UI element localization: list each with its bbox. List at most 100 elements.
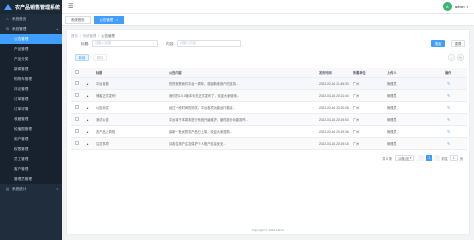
user-menu[interactable]: A admin ▾ (442, 2, 468, 11)
breadcrumb-separator: / (79, 34, 81, 38)
breadcrumb-separator: / (98, 34, 100, 38)
edit-icon[interactable]: ✎ (447, 105, 450, 110)
delete-button[interactable]: 删除 (93, 54, 107, 61)
sidebar-item-label: 系统管理 (12, 26, 27, 31)
edit-icon[interactable]: ✎ (447, 141, 450, 146)
breadcrumb-system[interactable]: 系统管理 (83, 34, 97, 38)
select-all-checkbox[interactable] (75, 70, 79, 75)
cell-unit: 广州 (353, 94, 360, 98)
hamburger-icon[interactable]: ☰ (68, 3, 73, 10)
cell-unit: 广州 (353, 82, 360, 86)
sidebar-item[interactable]: 产品管理 (0, 44, 62, 54)
row-checkbox[interactable] (75, 105, 79, 110)
breadcrumb-home[interactable]: 首页 (71, 34, 78, 38)
expand-arrow-icon[interactable]: ▸ (87, 82, 89, 86)
table-row[interactable]: ▸ 平台喜报 热烈祝贺我们平台一周年，感谢新老用户的支持... 2022-03-16 … (71, 78, 467, 90)
expand-arrow-icon[interactable]: ▸ (87, 118, 89, 122)
row-checkbox[interactable] (75, 129, 79, 134)
edit-icon[interactable]: ✎ (447, 93, 450, 98)
close-icon[interactable]: × (116, 18, 118, 22)
sidebar-item[interactable]: 收藏管理 (0, 114, 62, 124)
edit-icon[interactable]: ✎ (447, 81, 450, 86)
sidebar-item[interactable]: 评论管理 (0, 84, 62, 94)
reset-button[interactable]: 重置 (451, 40, 465, 47)
page-number[interactable]: 1 (426, 155, 433, 161)
sidebar-item-label: 公告管理 (14, 36, 29, 41)
expand-arrow-icon[interactable]: ▸ (87, 94, 89, 98)
sidebar-item[interactable]: 公告管理 (0, 34, 62, 44)
refresh-icon[interactable]: ↻ (457, 54, 464, 61)
row-checkbox[interactable] (75, 93, 79, 98)
sidebar-item-label: 产品管理 (14, 46, 29, 51)
edit-icon[interactable]: ✎ (447, 129, 450, 134)
goto-page-input[interactable]: 1 (449, 155, 458, 161)
expand-arrow-icon[interactable]: ▸ (87, 142, 89, 146)
pagination-total: 共 6 条 (382, 156, 393, 161)
app-logo: 农产品销售管理系统 (0, 0, 62, 14)
title-label: 标题: (81, 41, 90, 46)
sidebar-item-label: 轮播图管理 (14, 126, 32, 131)
sidebar-menu: ⌂ 系统首页 ⚙ 系统管理 ▴ 公告管理产品管理产品分类新闻管理购物车管理评论管理 订单管理… (0, 14, 62, 194)
expand-arrow-icon[interactable]: ▸ (87, 106, 89, 110)
table-row[interactable]: ▸ 农产品上新啦 最新一批优质农产品已上架，欢迎大家选购... 2022-03-16 … (71, 126, 467, 138)
cell-title: 平台喜报 (96, 82, 109, 86)
username[interactable]: admin (455, 5, 465, 9)
sidebar-item[interactable]: ⌂ 系统首页 (0, 14, 62, 24)
chevron-down-icon[interactable]: ▾ (466, 5, 468, 9)
search-form: 标题: 请输入标题 内容: 请输入内容 搜索 重置 (67, 39, 469, 49)
next-page-icon[interactable]: › (434, 155, 441, 161)
edit-icon[interactable]: ✎ (447, 117, 450, 122)
sidebar-item[interactable]: 新闻管理 (0, 64, 62, 74)
title-search-input[interactable]: 请输入标题 (92, 40, 158, 47)
cell-unit: 广州 (353, 106, 360, 110)
sidebar-item[interactable]: 权限管理 (0, 144, 62, 154)
notice-table: 标题 公告内容 发布时间 所属单位 上传人 操作 ▸ 平台喜报 热烈祝贺我们平台一周… (71, 68, 467, 150)
expand-arrow-icon[interactable]: ▸ (87, 130, 89, 134)
sidebar-item[interactable]: 管理员管理 (0, 174, 62, 184)
tags-view: 系统首页 公告管理 × (62, 14, 474, 26)
sidebar-item[interactable]: 订单管理 (0, 94, 62, 104)
search-button[interactable]: 搜索 (431, 40, 445, 47)
cell-title: 测试公告 (96, 118, 109, 122)
sidebar-item-label: 订单详情 (14, 106, 29, 111)
sidebar-item[interactable]: 轮播图管理 (0, 124, 62, 134)
gear-icon: ⚙ (5, 27, 10, 31)
prev-page-icon[interactable]: ‹ (418, 155, 425, 161)
cell-content: 经过一段时间的测试，平台各项功能运行稳定... (169, 106, 236, 110)
sidebar-item[interactable]: ⚙ 系统管理 ▴ (0, 24, 62, 34)
sidebar-item[interactable]: ▤ 系统统计 ▾ (0, 184, 62, 194)
sidebar-item[interactable]: 客户管理 (0, 164, 62, 174)
sidebar-item-label: 购物车管理 (14, 76, 32, 81)
sidebar-item[interactable]: 员工管理 (0, 154, 62, 164)
tag-home[interactable]: 系统首页 (65, 15, 91, 24)
sidebar-item[interactable]: 用户管理 (0, 134, 62, 144)
sidebar-item[interactable]: 购物车管理 (0, 74, 62, 84)
tag-label: 系统首页 (71, 18, 85, 22)
cell-title: 公告测试 (96, 106, 109, 110)
row-checkbox[interactable] (75, 117, 79, 122)
sidebar-item-label: 新闻管理 (14, 66, 29, 71)
table-toolbar: ⌕ ↻ (446, 54, 464, 61)
page-size-select[interactable]: 10条/页 ▾ (395, 155, 415, 161)
cell-time: 2022-03-16 20:19:53 (319, 117, 349, 122)
chevron-up-icon: ▴ (56, 27, 58, 31)
page-size-value: 10条/页 (398, 156, 409, 161)
cell-content: 最新一批优质农产品已上架，欢迎大家选购... (169, 130, 233, 134)
avatar[interactable]: A (442, 2, 452, 11)
cell-content: 平台将于本周末进行系统升级维护，届时部分功能暂停... (169, 118, 249, 122)
sidebar-item[interactable]: 订单详情 (0, 104, 62, 114)
tag-notice[interactable]: 公告管理 × (93, 15, 124, 24)
search-toggle-icon[interactable]: ⌕ (448, 54, 455, 61)
add-button[interactable]: 新增 (75, 54, 89, 61)
table-row[interactable]: ▸ 公告测试 经过一段时间的测试，平台各项功能运行稳定... 2022-03-16 2… (71, 102, 467, 114)
breadcrumb: 首页 / 系统管理 / 公告管理 (71, 33, 115, 38)
row-checkbox[interactable] (75, 141, 79, 146)
table-row[interactable]: ▸ 博客正式发布！ 我们的1.0.0版本今天正式发布了，欢迎大家使用... 2022-… (71, 90, 467, 102)
sidebar-item[interactable]: 产品分类 (0, 54, 62, 64)
table-row[interactable]: ▸ 测试公告 平台将于本周末进行系统升级维护，届时部分功能暂停... 2022-03-… (71, 114, 467, 126)
content-search-input[interactable]: 请输入内容 (177, 40, 241, 47)
sidebar-item-label: 管理员管理 (14, 176, 32, 181)
row-checkbox[interactable] (75, 81, 79, 86)
cell-content: 请各位用户注意保护个人账户信息安全... (169, 142, 226, 146)
table-row[interactable]: ▸ 注意事项 请各位用户注意保护个人账户信息安全... 2022-03-16 20:1… (71, 138, 467, 150)
